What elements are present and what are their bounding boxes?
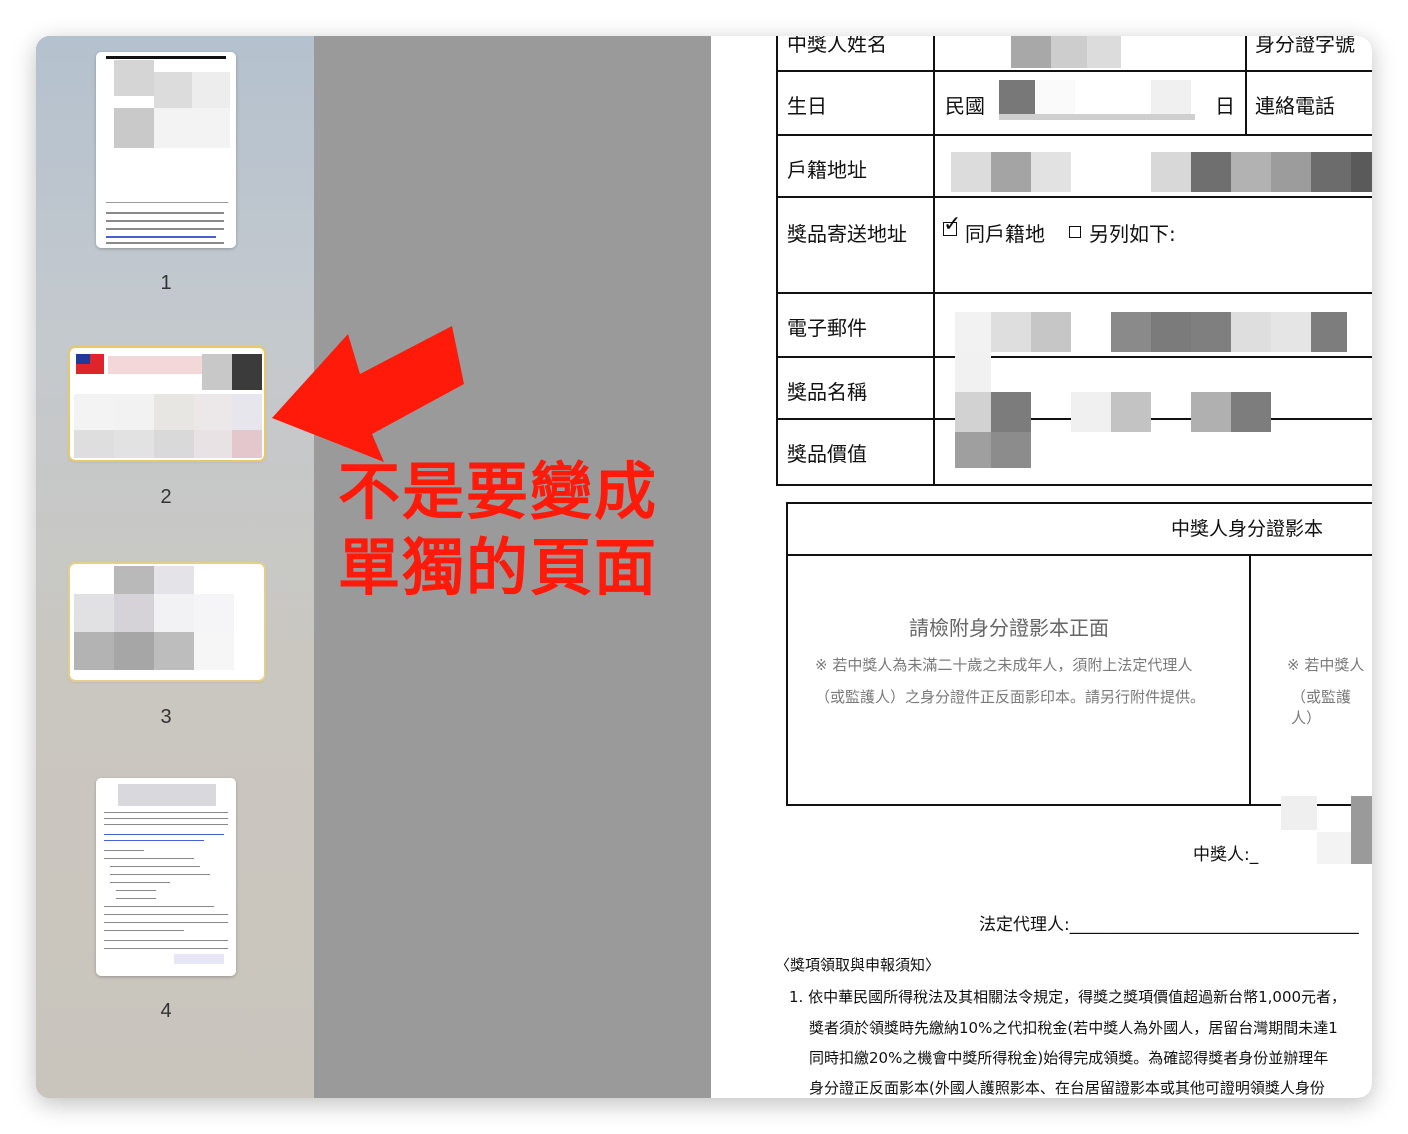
id-note-line-2: （或監護人）之身分證件正反面影印本。請另行附件提供。 [815, 688, 1206, 706]
id-note-line-1: ※ 若中獎人為未滿二十歲之未成年人，須附上法定代理人 [815, 656, 1193, 674]
page-number-2: 2 [160, 486, 172, 508]
label-address: 戶籍地址 [787, 158, 867, 182]
annotation-line-1: 不是要變成 [338, 455, 659, 528]
red-arrow-icon [272, 326, 464, 462]
page-thumbnail-4[interactable] [96, 778, 236, 976]
id-note-right-1: ※ 若中獎人 [1287, 656, 1365, 674]
birthday-prefix: 民國 [945, 94, 985, 118]
notice-title: 〈獎項領取與申報須知〉 [775, 956, 941, 974]
winner-signature-line: 中獎人:_ [1193, 845, 1259, 865]
ship-other-label: 另列如下: [1089, 222, 1176, 246]
page-thumbnail-1[interactable] [96, 52, 236, 248]
id-front-title: 請檢附身分證影本正面 [909, 616, 1109, 640]
notice-line-1d: 身分證正反面影本(外國人護照影本、在台居留證影本或其他可證明領獎人身份 [809, 1079, 1325, 1097]
birthday-suffix: 日 [1215, 94, 1235, 118]
page-number-4: 4 [160, 1000, 172, 1022]
ship-same-label: 同戶籍地 [965, 222, 1045, 246]
notice-line-1a: 1. 依中華民國所得稅法及其相關法令規定，得獎之獎項價值超過新台幣1,000元者… [789, 988, 1347, 1006]
annotation-text: 不是要變成 單獨的頁面 [338, 454, 658, 606]
preview-window: 1 2 3 4 不是要變成 單獨的頁面 中獎人姓名 身分證字號 生日 民國 日 … [36, 36, 1372, 1098]
label-shipping-address: 獎品寄送地址 [787, 222, 907, 246]
id-copy-title: 中獎人身分證影本 [1171, 518, 1324, 540]
label-name: 中獎人姓名 [787, 36, 887, 56]
label-id-number: 身分證字號 [1255, 36, 1355, 56]
document-page[interactable]: 中獎人姓名 身分證字號 生日 民國 日 連絡電話 戶籍地址 獎品寄送地址 ✓ 同… [711, 36, 1372, 1098]
id-note-right-2: （或監護人） [1291, 688, 1352, 727]
label-email: 電子郵件 [787, 316, 867, 340]
page-thumbnail-2[interactable] [68, 346, 266, 462]
thumbnail-content [106, 56, 226, 59]
label-birthday: 生日 [787, 94, 827, 118]
guardian-signature-line: 法定代理人:__________________________________ [979, 915, 1359, 935]
thumbnail-sidebar[interactable]: 1 2 3 4 [36, 36, 314, 1098]
checkbox-other-address[interactable] [1069, 226, 1081, 238]
page-number-1: 1 [160, 272, 172, 294]
page-number-3: 3 [160, 706, 172, 728]
taiwan-flag-icon [76, 354, 104, 374]
check-mark-icon: ✓ [943, 212, 962, 237]
notice-line-1b: 獎者須於領獎時先繳納10%之代扣稅金(若中獎人為外國人，居留台灣期間未達1 [809, 1019, 1338, 1037]
page-thumbnail-3[interactable] [68, 562, 266, 682]
label-phone: 連絡電話 [1255, 94, 1335, 118]
annotation-line-2: 單獨的頁面 [338, 531, 659, 604]
notice-line-1c: 同時扣繳20%之機會中獎所得稅金)始得完成領獎。為確認得獎者身份並辦理年 [809, 1049, 1329, 1067]
label-prize-name: 獎品名稱 [787, 380, 867, 404]
label-prize-value: 獎品價值 [787, 442, 867, 466]
